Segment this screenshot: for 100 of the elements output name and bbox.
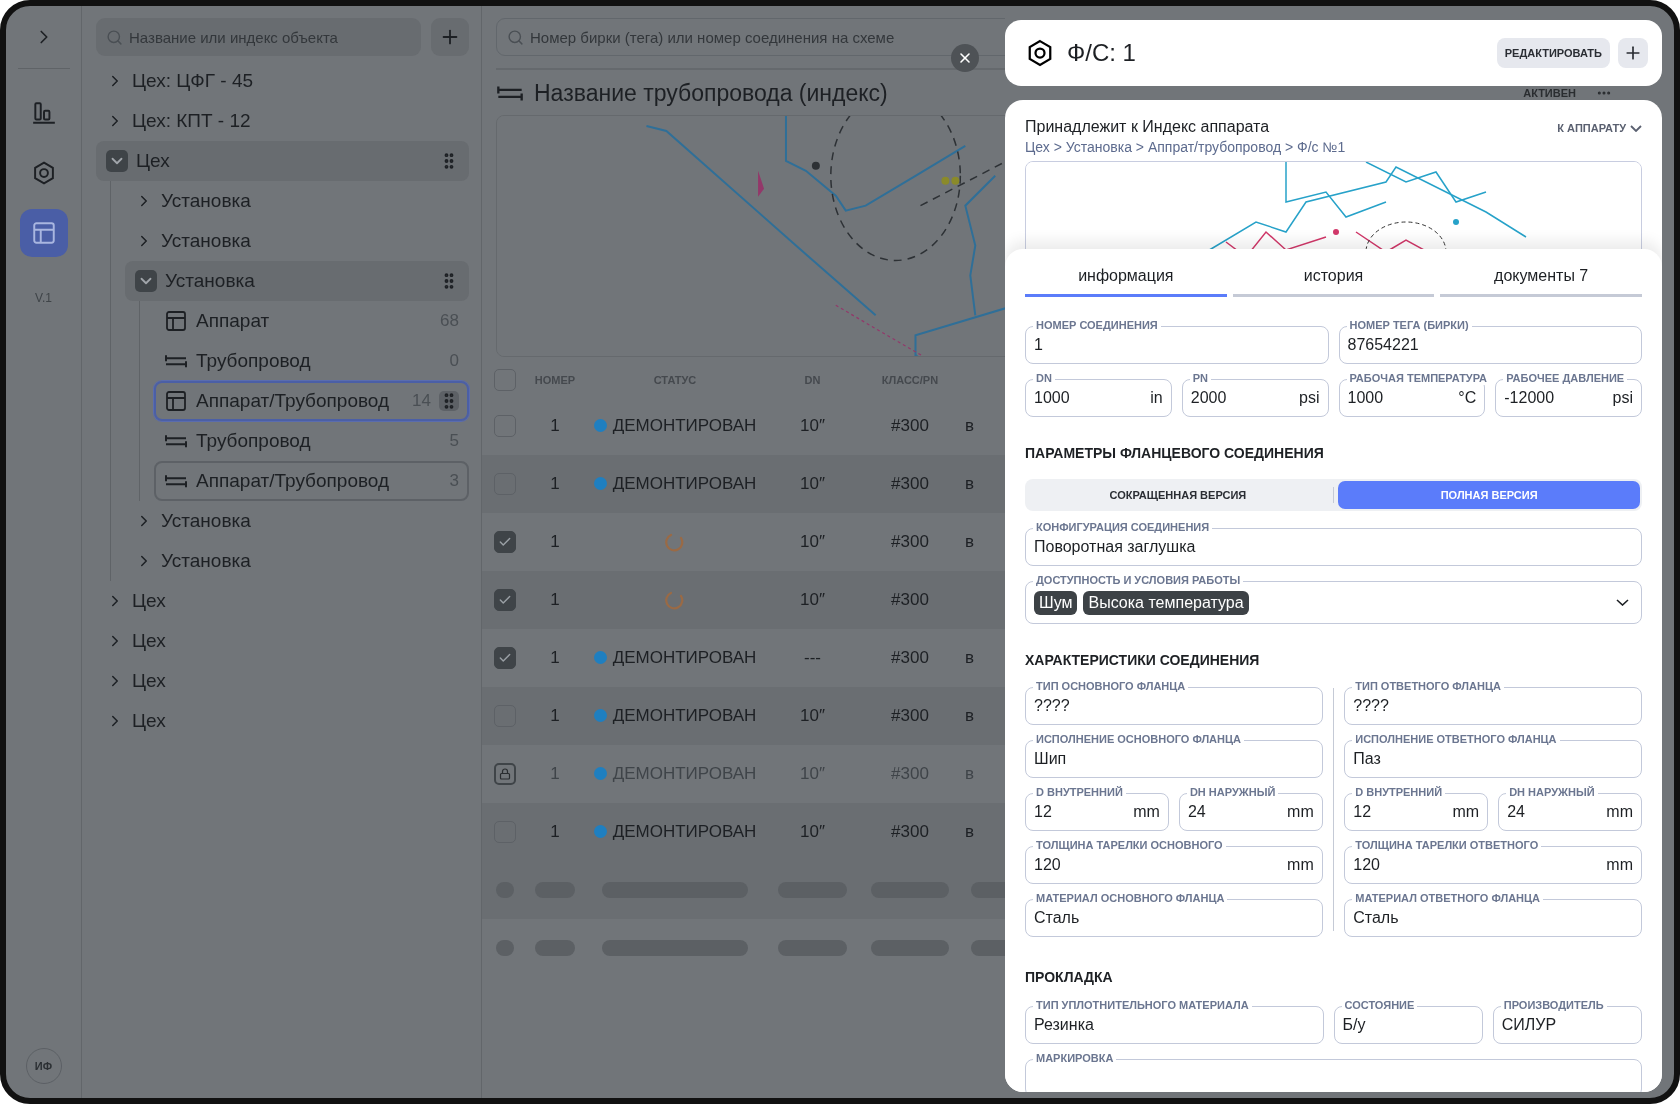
table-cell-text: 1 bbox=[549, 415, 561, 436]
field-label: ДОСТУПНОСТЬ И УСЛОВИЯ РАБОТЫ bbox=[1033, 574, 1244, 587]
pipe-icon bbox=[164, 353, 188, 369]
tree-item[interactable]: Установка bbox=[125, 541, 469, 581]
add-button[interactable] bbox=[1618, 38, 1648, 68]
table-cell-text: 1 bbox=[549, 705, 561, 726]
field-label: ИСПОЛНЕНИЕ ОТВЕТНОГО ФЛАНЦА bbox=[1352, 733, 1560, 746]
tree-item[interactable]: Установка bbox=[125, 221, 469, 261]
table-cell-text: 1 bbox=[549, 821, 561, 842]
table-cell-text: 1 bbox=[549, 647, 561, 668]
input-field[interactable]: D ВНУТРЕННИЙ 12 mm bbox=[1025, 786, 1169, 831]
table-cell-text: #300 bbox=[890, 705, 930, 726]
checkbox[interactable] bbox=[494, 646, 516, 669]
pipe-icon bbox=[164, 473, 188, 489]
tree-item[interactable]: Цех: ЦФГ - 45 bbox=[96, 61, 469, 101]
tree-item[interactable]: Цех bbox=[96, 141, 469, 181]
tree-item[interactable]: Установка bbox=[125, 261, 469, 301]
table-row[interactable]: 1 10″ #300 bbox=[482, 570, 1005, 629]
segment-button[interactable]: ПОЛНАЯ ВЕРСИЯ bbox=[1338, 481, 1640, 509]
table-row[interactable]: 1 ДЕМОНТИРОВАН 10″ #300 в bbox=[482, 802, 1005, 861]
section-heading: ХАРАКТЕРИСТИКИ СОЕДИНЕНИЯ bbox=[1025, 652, 1261, 668]
tab[interactable]: документы 7 bbox=[1440, 257, 1642, 297]
tree-item[interactable]: Цех bbox=[96, 621, 469, 661]
select-field[interactable]: ДОСТУПНОСТЬ И УСЛОВИЯ РАБОТЫ Шум Высока температура bbox=[1025, 574, 1642, 624]
input-field[interactable]: ТИП ОСНОВНОГО ФЛАНЦА ???? bbox=[1025, 680, 1323, 725]
nav-button[interactable] bbox=[19, 209, 68, 257]
tree-item[interactable]: Установка bbox=[125, 501, 469, 541]
table-cell-text: #300 bbox=[890, 473, 930, 494]
table-cell-text: #300 bbox=[890, 821, 930, 842]
breadcrumb[interactable]: Цех > Установка > Аппрат/трубопровод > Ф/с №1 bbox=[1025, 139, 1346, 155]
close-button[interactable] bbox=[951, 44, 979, 72]
input-field[interactable]: D ВНУТРЕННИЙ 12 mm bbox=[1344, 786, 1489, 831]
input-field[interactable]: DН НАРУЖНЫЙ 24 mm bbox=[1498, 786, 1642, 831]
table-cell-text: 1 bbox=[549, 531, 561, 552]
input-field[interactable]: ИСПОЛНЕНИЕ ОТВЕТНОГО ФЛАНЦА Паз bbox=[1344, 733, 1642, 778]
input-field[interactable]: НОМЕР СОЕДИНЕНИЯ 1 bbox=[1025, 319, 1329, 364]
input-field[interactable]: PN 2000 psi bbox=[1181, 372, 1329, 417]
table-cell-text: 1 bbox=[549, 589, 561, 610]
checkbox[interactable] bbox=[494, 588, 516, 611]
table-row[interactable]: 1 10″ #300 в bbox=[482, 512, 1005, 571]
segment-button[interactable]: СОКРАЩЕННАЯ ВЕРСИЯ bbox=[1027, 481, 1329, 509]
search-icon bbox=[507, 28, 524, 46]
input-field[interactable]: РАБОЧЕЕ ДАВЛЕНИЕ -12000 psi bbox=[1495, 372, 1642, 417]
input-field[interactable]: ТИП УПЛОТНИТЕЛЬНОГО МАТЕРИАЛА Резинка bbox=[1025, 999, 1324, 1044]
field-label: СОСТОЯНИЕ bbox=[1341, 999, 1418, 1012]
checkbox[interactable] bbox=[494, 530, 516, 553]
tab[interactable]: информация bbox=[1025, 257, 1227, 297]
owner-text: Принадлежит к Индекс аппарата bbox=[1025, 118, 1271, 136]
table-cell-text: в bbox=[965, 473, 976, 494]
input-field[interactable]: DН НАРУЖНЫЙ 24 mm bbox=[1178, 786, 1323, 831]
field-label: МАТЕРИАЛ ОТВЕТНОГО ФЛАНЦА bbox=[1352, 892, 1543, 905]
table-row[interactable]: 1 ДЕМОНТИРОВАН 10″ #300 в bbox=[482, 454, 1005, 513]
input-field[interactable]: ИСПОЛНЕНИЕ ОСНОВНОГО ФЛАНЦА Шип bbox=[1025, 733, 1323, 778]
input-field[interactable]: ТИП ОТВЕТНОГО ФЛАНЦА ???? bbox=[1344, 680, 1642, 725]
goto-button[interactable]: К АППАРАТУ bbox=[1557, 118, 1642, 138]
tag: Шум bbox=[1034, 590, 1078, 615]
field-label: ТИП ОСНОВНОГО ФЛАНЦА bbox=[1033, 680, 1189, 693]
status-dropdown[interactable]: АКТИВЕН bbox=[1523, 87, 1576, 99]
search-icon bbox=[106, 28, 123, 46]
table-cell-text: #300 bbox=[890, 531, 930, 552]
tree-item[interactable]: Цех bbox=[96, 661, 469, 701]
add-button[interactable] bbox=[431, 18, 469, 56]
input-field[interactable]: МАТЕРИАЛ ОТВЕТНОГО ФЛАНЦА Сталь bbox=[1344, 892, 1642, 937]
search-field[interactable]: Номер бирки (тега) или номер соединения на схеме bbox=[496, 18, 1005, 56]
section-heading: ПАРАМЕТРЫ ФЛАНЦЕВОГО СОЕДИНЕНИЯ bbox=[1025, 445, 1325, 461]
field-label: ТОЛЩИНА ТАРЕЛКИ ОТВЕТНОГО bbox=[1352, 839, 1542, 852]
field-label: НОМЕР ТЕГА (БИРКИ) bbox=[1346, 319, 1472, 332]
input-field[interactable]: МАТЕРИАЛ ОСНОВНОГО ФЛАНЦА Сталь bbox=[1025, 892, 1323, 937]
input-field[interactable]: НОМЕР ТЕГА (БИРКИ) 87654221 bbox=[1338, 319, 1642, 364]
input-field[interactable]: ПРОИЗВОДИТЕЛЬ СИЛУР bbox=[1492, 999, 1642, 1044]
table-cell-text: --- bbox=[803, 647, 822, 668]
tab[interactable]: история bbox=[1232, 257, 1435, 297]
input-field[interactable]: DN 1000 in bbox=[1025, 372, 1172, 417]
table-row[interactable]: 1 ДЕМОНТИРОВАН 10″ #300 в bbox=[482, 396, 1005, 455]
table-icon bbox=[164, 309, 188, 333]
status-cell: ДЕМОНТИРОВАН bbox=[580, 821, 770, 842]
table-icon bbox=[164, 389, 188, 413]
input-field[interactable]: КОНФИГУРАЦИЯ СОЕДИНЕНИЯ Поворотная заглушка bbox=[1025, 521, 1642, 566]
dropdown-icon bbox=[1616, 599, 1629, 606]
section-heading: ПРОКЛАДКА bbox=[1025, 969, 1114, 985]
tag: Высока температура bbox=[1083, 590, 1249, 615]
tree-item[interactable]: Установка bbox=[125, 181, 469, 221]
table-cell-text: 10″ bbox=[799, 415, 826, 436]
tree-item[interactable]: Цех: КПТ - 12 bbox=[96, 101, 469, 141]
table-row[interactable]: 1 ДЕМОНТИРОВАН --- #300 в bbox=[482, 628, 1005, 687]
loading-spinner-icon bbox=[665, 589, 685, 610]
input-field[interactable]: ТОЛЩИНА ТАРЕЛКИ ОСНОВНОГО 120 mm bbox=[1025, 839, 1323, 884]
input-field[interactable]: ТОЛЩИНА ТАРЕЛКИ ОТВЕТНОГО 120 mm bbox=[1344, 839, 1642, 884]
bar-chart-icon bbox=[30, 100, 57, 126]
table-cell-text: #300 bbox=[890, 647, 930, 668]
field-label: ТИП УПЛОТНИТЕЛЬНОГО МАТЕРИАЛА bbox=[1033, 999, 1252, 1012]
tree-item[interactable]: Цех bbox=[96, 701, 469, 741]
table-row[interactable]: 1 ДЕМОНТИРОВАН 10″ #300 в bbox=[482, 686, 1005, 745]
table-icon bbox=[30, 220, 57, 246]
input-field[interactable]: СОСТОЯНИЕ Б/у bbox=[1333, 999, 1483, 1044]
tree-item[interactable]: Цех bbox=[96, 581, 469, 621]
field-label: ИСПОЛНЕНИЕ ОСНОВНОГО ФЛАНЦА bbox=[1033, 733, 1244, 746]
lock-icon bbox=[499, 767, 511, 780]
drag-handle-icon[interactable] bbox=[439, 391, 459, 411]
edit-button[interactable]: РЕДАКТИРОВАТЬ bbox=[1496, 38, 1610, 68]
